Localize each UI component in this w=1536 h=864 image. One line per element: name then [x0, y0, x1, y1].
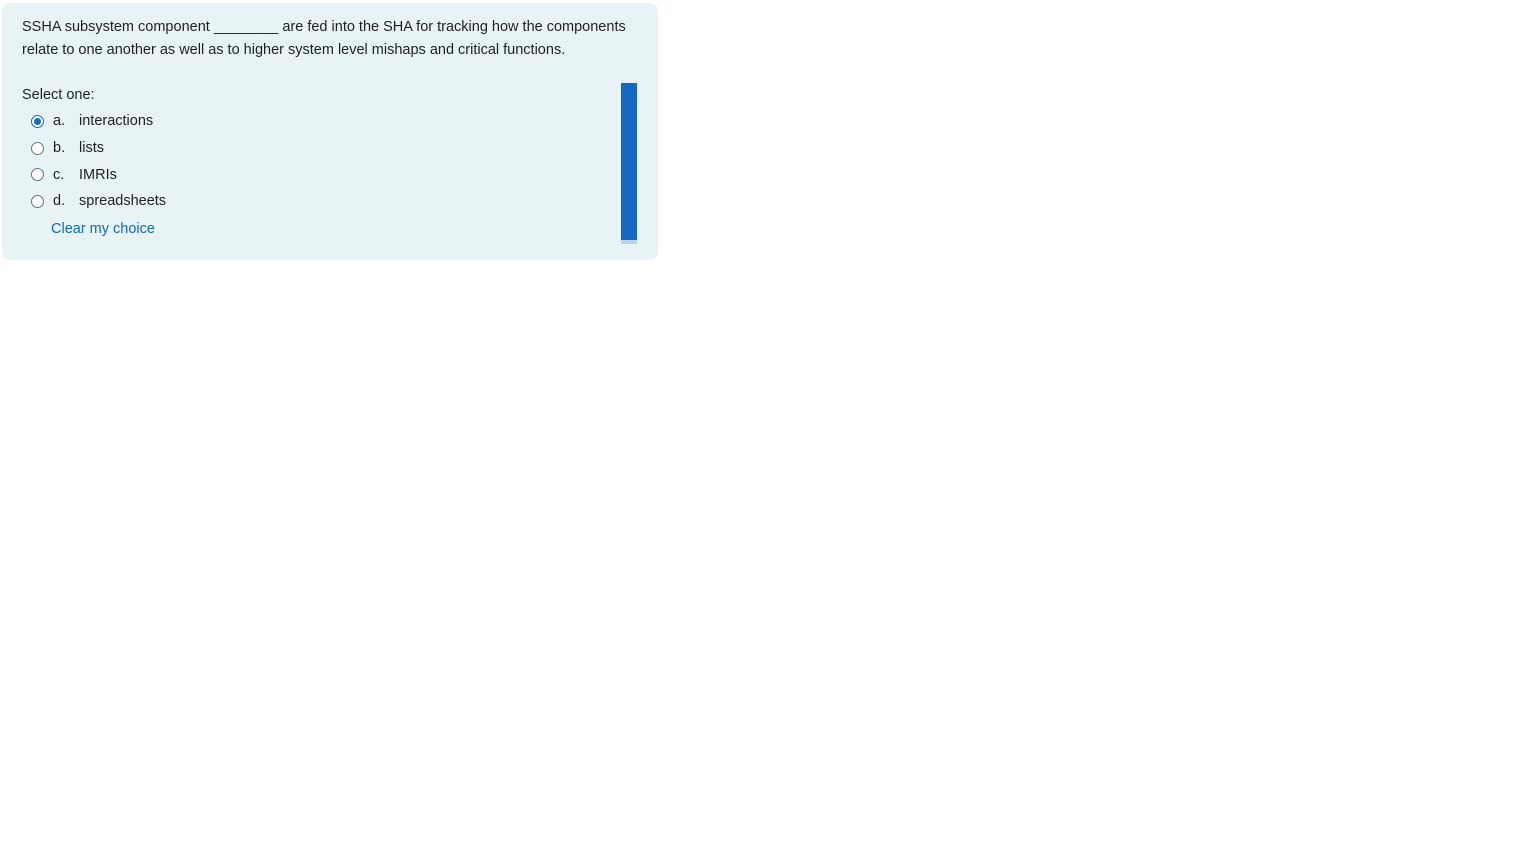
answer-letter: c.	[53, 166, 65, 183]
answer-option-c[interactable]: c. IMRIs	[28, 161, 588, 188]
answer-option-d[interactable]: d. spreadsheets	[28, 188, 588, 215]
question-card: SSHA subsystem component ________ are fe…	[2, 3, 658, 260]
answer-label[interactable]: spreadsheets	[79, 193, 166, 209]
answer-letter: a.	[53, 113, 66, 130]
answer-label[interactable]: interactions	[79, 113, 153, 129]
radio-button-c[interactable]	[31, 168, 44, 182]
scrollbar-track[interactable]	[621, 83, 637, 244]
answer-letter: b.	[53, 140, 66, 157]
answer-label[interactable]: lists	[79, 140, 104, 156]
answer-option-a[interactable]: a. interactions	[28, 108, 588, 135]
radio-button-a[interactable]	[31, 114, 44, 128]
question-text: SSHA subsystem component ________ are fe…	[22, 19, 626, 58]
answer-list: a. interactions b. lists c. IMRIs d. spr…	[28, 108, 588, 215]
answer-option-b[interactable]: b. lists	[28, 135, 588, 162]
radio-button-d[interactable]	[31, 194, 44, 208]
scrollbar-thumb[interactable]	[621, 83, 637, 240]
clear-my-choice-link[interactable]: Clear my choice	[51, 221, 155, 237]
radio-button-b[interactable]	[31, 141, 44, 155]
answer-label[interactable]: IMRIs	[79, 167, 117, 183]
select-one-prompt: Select one:	[22, 87, 95, 103]
answer-letter: d.	[53, 193, 66, 210]
